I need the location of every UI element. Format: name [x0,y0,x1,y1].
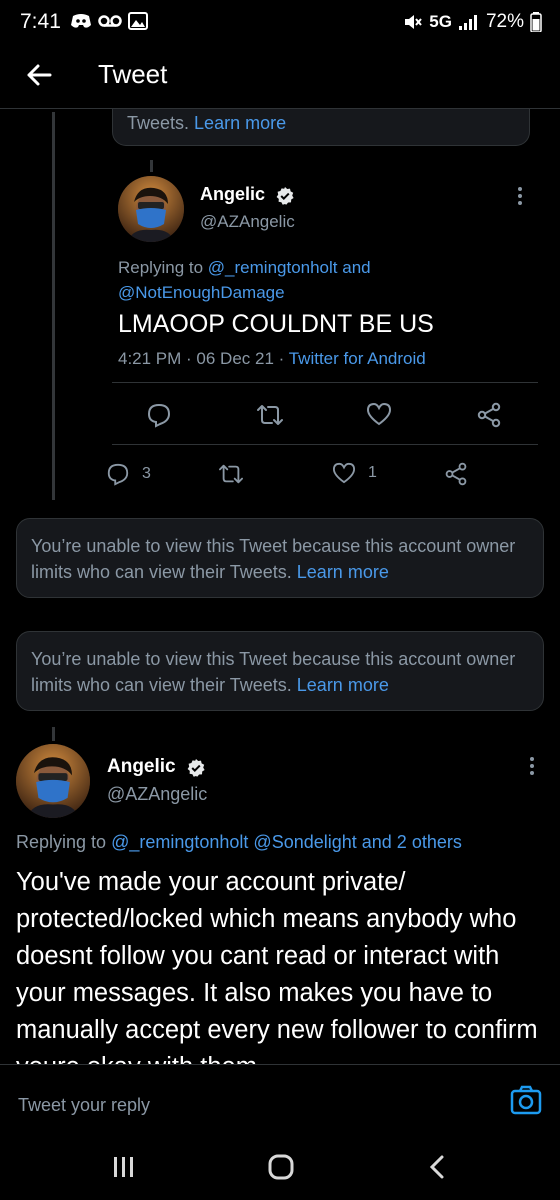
author-handle: @AZAngelic [107,784,208,804]
tweet-text: You've made your account private/ protec… [16,868,538,1064]
unavailable-tweet-notice: You’re unable to view this Tweet because… [16,518,544,598]
notice-text: Tweets. [127,113,190,133]
share-button[interactable] [476,402,502,428]
learn-more-link[interactable]: Learn more [297,675,389,695]
mention-link[interactable]: @_remingtonholt @Sondelight and 2 others [111,832,462,852]
signal-icon [458,15,477,30]
tweet-text: LMAOOP COULDNT BE US [118,310,434,338]
camera-icon [510,1085,542,1115]
gallery-icon [128,12,148,30]
camera-button[interactable] [510,1085,542,1120]
status-bar: 7:41 5G 72% [0,0,560,48]
chevron-left-icon [429,1155,444,1179]
more-options-button[interactable] [522,754,542,778]
recents-icon [114,1157,133,1177]
learn-more-link[interactable]: Learn more [194,113,286,133]
replying-to: Replying to @_remingtonholt @Sondelight … [16,832,462,853]
status-time: 7:41 [20,10,61,33]
like-count: 1 [368,464,377,481]
avatar-image [16,744,90,818]
author-name[interactable]: Angelic [200,184,265,204]
verified-badge-icon [187,758,205,777]
home-button[interactable] [268,1154,294,1185]
thread-line-inner [150,160,153,172]
author-block: Angelic @AZAngelic [107,756,207,805]
voicemail-icon [98,15,122,27]
reply-icon [147,403,171,428]
replying-prefix: Replying to [118,258,204,277]
like-button[interactable] [366,402,392,426]
thread-action-bar: 3 1 [100,460,540,494]
mention-link[interactable]: @NotEnoughDamage [118,283,285,302]
recents-button[interactable] [112,1156,136,1183]
reply-composer [0,1064,560,1137]
reply-button[interactable]: 3 [106,462,151,486]
avatar[interactable] [16,744,90,818]
learn-more-link[interactable]: Learn more [297,562,389,582]
replying-to: Replying to @_remingtonholt and @NotEnou… [118,255,538,305]
retweet-icon [257,405,283,425]
unavailable-tweet-notice: You’re unable to view this Tweet because… [16,631,544,711]
avatar-image [118,176,184,242]
tweet-timestamp: 4:21 PM · 06 Dec 21 · [118,349,285,368]
replying-prefix: Replying to [16,832,107,852]
divider [112,444,538,445]
share-icon [477,402,501,428]
network-type: 5G [429,12,452,31]
notice-text: You’re unable to view this Tweet because… [31,649,516,695]
verified-badge-icon [277,186,295,205]
tweet-meta: 4:21 PM · 06 Dec 21 · Twitter for Androi… [118,349,426,369]
more-vertical-icon [530,757,534,775]
avatar[interactable] [118,176,184,242]
discord-icon [71,14,91,28]
share-icon [445,462,467,486]
heart-icon [332,462,356,484]
like-button[interactable]: 1 [332,462,377,484]
retweet-button[interactable] [256,402,284,428]
divider [112,382,538,383]
battery-percent: 72% [485,11,524,32]
arrow-left-icon [27,64,52,86]
notice-text: You’re unable to view this Tweet because… [31,536,516,582]
status-right: 5G 72% [403,11,542,33]
reply-icon [107,463,129,486]
page-title: Tweet [98,59,168,89]
more-options-button[interactable] [510,184,530,208]
reply-count: 3 [142,465,151,482]
status-notification-icons [70,12,148,30]
share-button[interactable] [444,462,468,486]
reply-input[interactable] [16,1089,470,1121]
home-icon [268,1154,294,1180]
more-vertical-icon [518,187,522,205]
author-block: Angelic @AZAngelic [200,184,295,232]
author-handle: @AZAngelic [200,211,295,231]
mention-link[interactable]: @_remingtonholt and [208,258,371,277]
reply-button[interactable] [146,402,172,428]
retweet-button[interactable] [218,462,244,486]
thread-line [52,727,55,741]
back-button[interactable] [24,60,58,94]
author-name[interactable]: Angelic [107,756,176,777]
mute-icon [405,15,423,29]
retweet-icon [218,464,243,484]
tweet-source-link[interactable]: Twitter for Android [289,349,426,368]
heart-icon [366,402,392,426]
system-nav-bar [0,1136,560,1200]
back-nav-button[interactable] [428,1154,446,1185]
header-backdrop: Tweet [0,48,560,109]
battery-icon [530,12,542,32]
nested-action-bar [112,386,538,442]
thread-line-outer [52,112,55,500]
